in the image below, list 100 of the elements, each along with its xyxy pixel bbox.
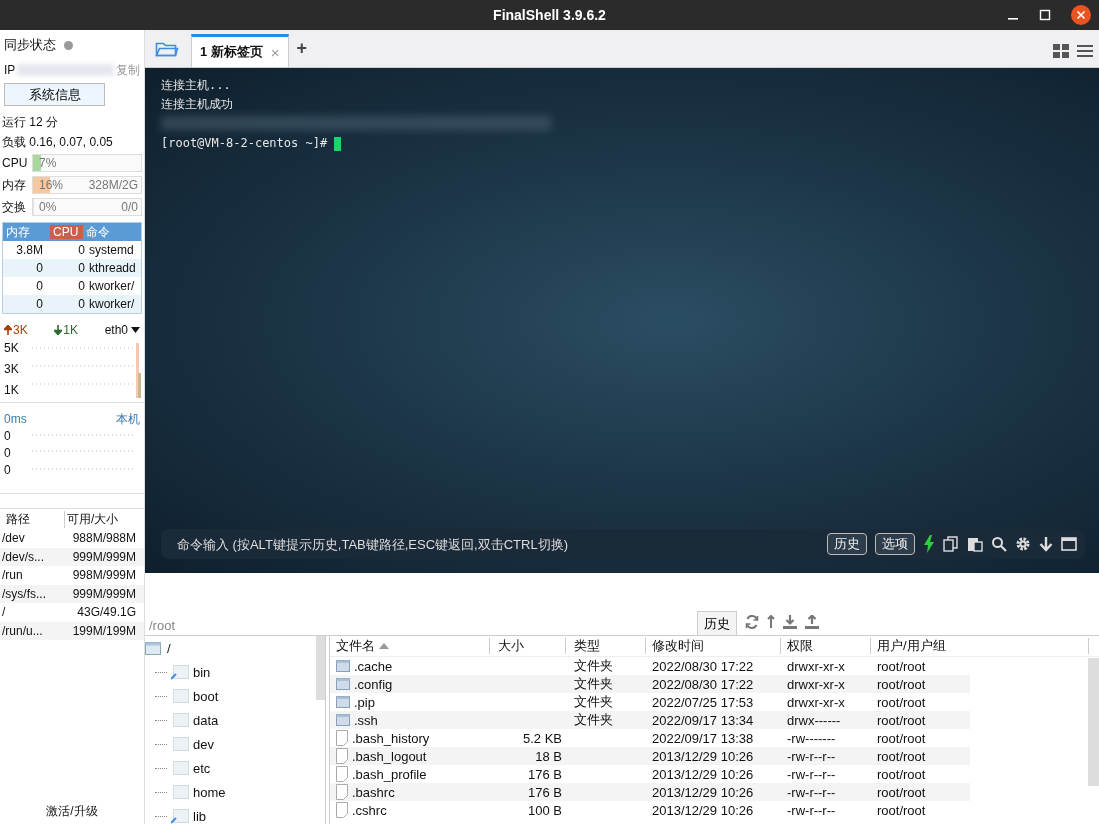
table-cell-text: /sys/fs... <box>1 586 47 601</box>
table-cell-text: 176 B <box>527 784 563 800</box>
upgrade-link[interactable]: 激活/升级 <box>0 803 144 824</box>
column-header[interactable]: 用户/用户组 <box>871 638 1089 654</box>
table-cell-text: 文件夹 <box>573 675 614 693</box>
tree-item[interactable]: etc <box>193 760 211 776</box>
table-cell-text: 100 B <box>527 802 563 818</box>
up-arrow-icon[interactable] <box>767 615 775 629</box>
table-cell-text: 3.8M <box>15 243 44 257</box>
session-tab[interactable]: 1 新标签页 × <box>191 34 289 67</box>
folder-icon <box>336 714 350 726</box>
meter-label: 交换 <box>2 198 27 216</box>
scrollbar[interactable] <box>316 636 325 700</box>
menu-icon[interactable] <box>1077 44 1093 58</box>
table-cell-text: root/root <box>876 658 927 674</box>
tree-item[interactable]: lib <box>193 808 206 824</box>
copy-icon[interactable] <box>943 536 959 552</box>
column-header[interactable]: 修改时间 <box>646 638 781 654</box>
table-cell-text: -rw-r--r-- <box>786 802 837 818</box>
tree-item[interactable]: data <box>193 712 219 728</box>
file-name[interactable]: .bash_profile <box>352 766 427 782</box>
file-name[interactable]: .cshrc <box>352 802 387 818</box>
folder-link-icon <box>171 808 189 824</box>
file-name[interactable]: .bash_logout <box>352 748 427 764</box>
table-cell-text: drwxr-xr-x <box>786 694 846 710</box>
sync-status-label: 同步状态 <box>4 36 56 54</box>
table-cell-text: root/root <box>876 748 927 764</box>
down-arrow-icon[interactable] <box>1039 536 1053 552</box>
settings-icon[interactable] <box>1015 536 1031 552</box>
history-button[interactable]: 历史 <box>697 611 737 635</box>
file-name[interactable]: .ssh <box>354 712 378 728</box>
meter-label: 内存 <box>2 176 27 194</box>
folder-icon[interactable] <box>155 40 179 58</box>
column-header[interactable]: CPU <box>50 225 83 239</box>
folder-link-icon <box>171 664 189 680</box>
table-cell-text: 176 B <box>527 766 563 782</box>
tree-item[interactable]: dev <box>193 736 214 752</box>
table-cell-text: 988M/988M <box>71 531 137 546</box>
table-cell-text: 5.2 KB <box>521 730 563 746</box>
column-header[interactable]: 类型 <box>566 638 646 654</box>
column-header[interactable]: 大小 <box>490 638 566 654</box>
table-cell-text: root/root <box>876 712 927 728</box>
folder-icon <box>171 760 189 776</box>
table-cell-text: 2013/12/29 10:26 <box>651 784 755 800</box>
maximize-icon[interactable] <box>1039 9 1051 21</box>
tree-item[interactable]: bin <box>193 664 211 680</box>
ip-label: IP <box>4 63 16 77</box>
file-name[interactable]: .bashrc <box>352 784 395 800</box>
axis-label: 1K <box>4 382 20 397</box>
search-icon[interactable] <box>991 536 1007 552</box>
file-name[interactable]: .config <box>354 676 393 692</box>
terminal-line: 连接主机... <box>161 77 232 94</box>
table-cell-text: 43G/49.1G <box>76 605 137 620</box>
folder-icon <box>145 641 161 655</box>
command-bar-button[interactable]: 历史 <box>827 533 867 555</box>
tree-item[interactable]: boot <box>193 688 219 704</box>
meter-reading: 0% <box>38 200 57 214</box>
table-cell-text: 18 B <box>534 748 563 764</box>
column-header[interactable]: 权限 <box>781 638 871 654</box>
download-icon[interactable] <box>783 615 797 629</box>
tree-item[interactable]: home <box>193 784 226 800</box>
table-cell-text: drwxr-xr-x <box>786 658 846 674</box>
table-cell-text: root/root <box>876 766 927 782</box>
folder-icon <box>336 660 350 672</box>
interface-dropdown[interactable]: eth0 <box>104 323 140 337</box>
load-text: 负载 0.16, 0.07, 0.05 <box>1 134 114 151</box>
file-name[interactable]: .pip <box>354 694 375 710</box>
window-icon[interactable] <box>1061 537 1077 551</box>
table-cell-text: / <box>1 605 7 620</box>
axis-label: 0 <box>4 463 12 478</box>
upload-rate: 3K <box>13 323 28 337</box>
lightning-icon[interactable] <box>923 535 935 553</box>
table-cell-text: kworker/ <box>89 297 136 311</box>
system-info-button[interactable]: 系统信息 <box>4 83 105 106</box>
axis-label: 5K <box>4 341 20 356</box>
grid-layout-icon[interactable] <box>1053 44 1069 58</box>
paste-icon[interactable] <box>967 536 983 552</box>
terminal-area[interactable]: 连接主机... 连接主机成功 [root@VM-8-2-centos ~]# 命令输入 (按ALT键提示历史,TAB键路径,ESC键返回,双击CTRL切换) 历史 选项 <box>145 68 1099 573</box>
command-bar-button[interactable]: 选项 <box>875 533 915 555</box>
folder-icon <box>171 784 189 800</box>
ping-target[interactable]: 本机 <box>116 410 140 428</box>
table-cell-text: 2022/09/17 13:34 <box>651 712 755 728</box>
scrollbar[interactable] <box>1088 658 1099 786</box>
close-icon[interactable] <box>1071 5 1091 25</box>
table-cell-text: 2022/09/17 13:38 <box>651 730 755 746</box>
text-cursor <box>334 136 342 151</box>
file-name[interactable]: .bash_history <box>352 730 430 746</box>
table-cell-text: -rw------- <box>786 730 837 746</box>
file-name[interactable]: .cache <box>354 658 393 674</box>
command-input[interactable]: 命令输入 (按ALT键提示历史,TAB键路径,ESC键返回,双击CTRL切换) 历史 选项 <box>161 529 1085 559</box>
table-cell-text: 0 <box>77 243 86 257</box>
table-cell-text: -rw-r--r-- <box>786 784 837 800</box>
new-tab-button[interactable]: + <box>296 38 308 59</box>
refresh-icon[interactable] <box>745 615 759 629</box>
upload-icon[interactable] <box>805 615 819 629</box>
axis-label: 0 <box>4 446 12 460</box>
column-header[interactable]: 文件名 <box>330 638 490 654</box>
table-cell-text: 0 <box>77 279 86 293</box>
tree-item[interactable]: / <box>167 640 171 656</box>
caret-icon <box>131 327 140 333</box>
